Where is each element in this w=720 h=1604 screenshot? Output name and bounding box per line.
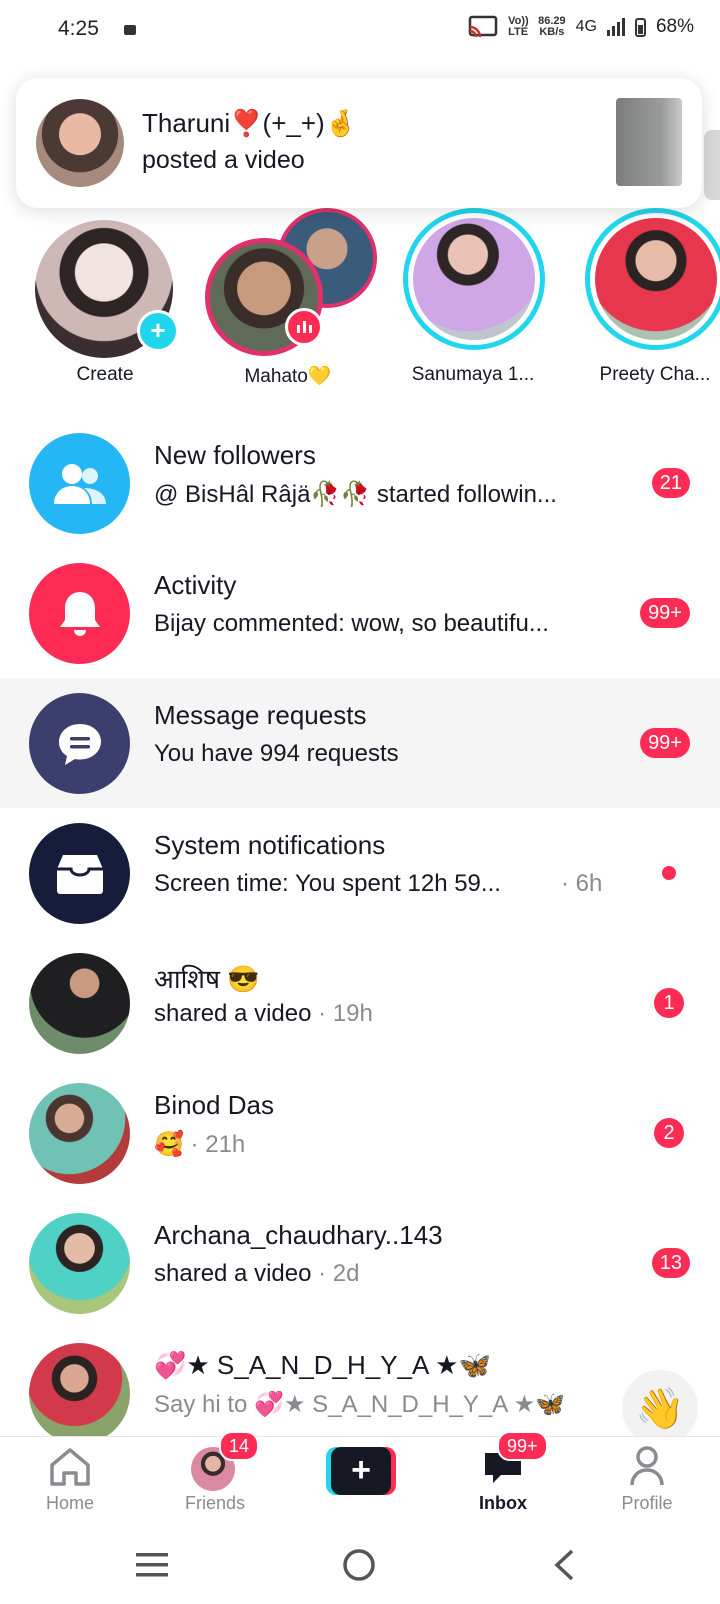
cast-icon [468, 15, 498, 38]
stories-row: + Create Mahato💛 Sanumaya 1... Preety Ch… [0, 208, 720, 408]
wave-hand-icon[interactable]: 👋 [622, 1370, 698, 1446]
row-title: आशिष 😎 [154, 964, 260, 994]
row-title: New followers [154, 440, 316, 470]
tab-friends[interactable]: 14 Friends [155, 1431, 275, 1529]
story-label: Sanumaya 1... [411, 364, 535, 385]
tab-label: Inbox [479, 1493, 527, 1513]
message-icon [29, 693, 130, 794]
story-label: Mahato💛 [244, 366, 332, 387]
unread-badge: 99+ [640, 598, 690, 628]
notification-banner[interactable]: Tharuni❣️(+_+)🤞 posted a video [16, 78, 702, 208]
row-title: Binod Das [154, 1090, 274, 1120]
row-time: · 19h [311, 1000, 373, 1027]
inbox-row-message-requests[interactable]: Message requests You have 994 requests 9… [0, 678, 720, 808]
inbox-tray-icon [29, 823, 130, 924]
inbox-badge: 99+ [497, 1431, 548, 1461]
row-message: 🥰 [154, 1131, 184, 1158]
row-title: 💞★ S_A_N_D_H_Y_A ★🦋 [154, 1350, 491, 1380]
recent-apps-icon[interactable] [134, 1550, 170, 1580]
battery-percent: 68% [655, 16, 694, 37]
unread-badge: 13 [651, 1248, 690, 1278]
row-title: System notifications [154, 830, 386, 860]
status-time: 4:25 [58, 17, 99, 40]
row-message: shared a video [154, 1000, 312, 1027]
row-title: Message requests [154, 700, 367, 730]
unread-dot [662, 866, 676, 880]
story-avatar [595, 218, 717, 340]
story-label: Create [76, 364, 134, 385]
battery-icon [634, 17, 646, 37]
notification-avatar [36, 99, 124, 187]
avatar [29, 1213, 130, 1314]
tab-label: Friends [184, 1493, 246, 1513]
row-subtitle: You have 994 requests [154, 740, 399, 767]
chat-row[interactable]: आशिष 😎 shared a video · 19h 1 [0, 938, 720, 1068]
side-edge-handle[interactable] [704, 130, 720, 200]
row-subtitle: shared a video · 2d [154, 1260, 359, 1288]
chat-row[interactable]: Binod Das 🥰 · 21h 2 [0, 1068, 720, 1198]
chat-row[interactable]: 💞★ S_A_N_D_H_Y_A ★🦋 Say hi to 💞★ S_A_N_D… [0, 1328, 720, 1436]
bell-icon [29, 563, 130, 664]
chat-row[interactable]: Archana_chaudhary..143 shared a video · … [0, 1198, 720, 1328]
row-subtitle: Screen time: You spent 12h 59... [154, 870, 501, 897]
tab-label: Profile [621, 1493, 673, 1513]
unread-badge: 99+ [640, 728, 690, 758]
row-title: Archana_chaudhary..143 [154, 1220, 443, 1250]
story-item[interactable]: Preety Cha... [570, 208, 720, 398]
story-item[interactable]: Mahato💛 [203, 208, 377, 398]
tab-home[interactable]: Home [10, 1437, 130, 1529]
unread-badge: 1 [654, 988, 684, 1018]
unread-badge: 2 [654, 1118, 684, 1148]
home-icon [50, 1448, 90, 1486]
tab-profile[interactable]: Profile [587, 1437, 707, 1529]
profile-icon [630, 1446, 664, 1486]
notification-user-name: Tharuni❣️(+_+)🤞 [142, 108, 358, 138]
row-time: · 21h [183, 1131, 246, 1158]
status-bar: 4:25 Vo)) LTE 86.29 KB/s 4G 68% [0, 0, 720, 62]
story-item[interactable]: Sanumaya 1... [388, 208, 558, 398]
inbox-row-new-followers[interactable]: New followers @ BisHâl Râjä🥀🥀 started fo… [0, 418, 720, 548]
video-recording-icon [124, 25, 136, 35]
network-speed: 86.29 KB/s [538, 16, 566, 38]
row-subtitle: shared a video · 19h [154, 1000, 373, 1028]
tab-label: Home [45, 1493, 94, 1513]
network-speed-unit: KB/s [539, 26, 565, 38]
inbox-row-system-notifications[interactable]: System notifications Screen time: You sp… [0, 808, 720, 938]
row-message: shared a video [154, 1260, 312, 1287]
add-story-icon[interactable]: + [137, 310, 179, 352]
row-subtitle: 🥰 · 21h [154, 1130, 245, 1159]
row-subtitle: Bijay commented: wow, so beautifu... [154, 610, 549, 637]
row-subtitle: @ BisHâl Râjä🥀🥀 started followin... [154, 481, 557, 508]
story-create[interactable]: + Create [20, 208, 190, 398]
row-time: · 2d [311, 1260, 360, 1287]
avatar [29, 1083, 130, 1184]
inbox-row-activity[interactable]: Activity Bijay commented: wow, so beauti… [0, 548, 720, 678]
plus-icon: + [331, 1447, 391, 1495]
notification-action: posted a video [142, 146, 305, 174]
row-title: Activity [154, 570, 237, 600]
create-button[interactable]: + [326, 1447, 396, 1495]
notification-video-thumbnail[interactable] [616, 98, 682, 186]
friends-badge: 14 [219, 1431, 260, 1461]
signal-icon [606, 18, 625, 36]
home-circle-icon[interactable] [342, 1548, 376, 1582]
status-icons: Vo)) LTE 86.29 KB/s 4G 68% [468, 15, 694, 39]
network-type: 4G [575, 18, 597, 35]
followers-icon [29, 433, 130, 534]
row-subtitle: Say hi to 💞★ S_A_N_D_H_Y_A ★🦋 [154, 1391, 565, 1418]
live-icon [285, 308, 323, 346]
unread-badge: 21 [651, 468, 690, 498]
system-navigation-bar [0, 1528, 720, 1604]
bottom-tab-bar: Home 14 Friends + 99+ Inbox Profile [0, 1431, 720, 1529]
row-time: · 6h [561, 870, 603, 897]
story-avatar [413, 218, 535, 340]
story-label: Preety Cha... [599, 364, 711, 385]
back-icon[interactable] [552, 1548, 576, 1582]
avatar [29, 953, 130, 1054]
avatar [29, 1343, 130, 1436]
volte-indicator: Vo)) LTE [508, 15, 529, 38]
tab-inbox[interactable]: 99+ Inbox [443, 1431, 563, 1529]
